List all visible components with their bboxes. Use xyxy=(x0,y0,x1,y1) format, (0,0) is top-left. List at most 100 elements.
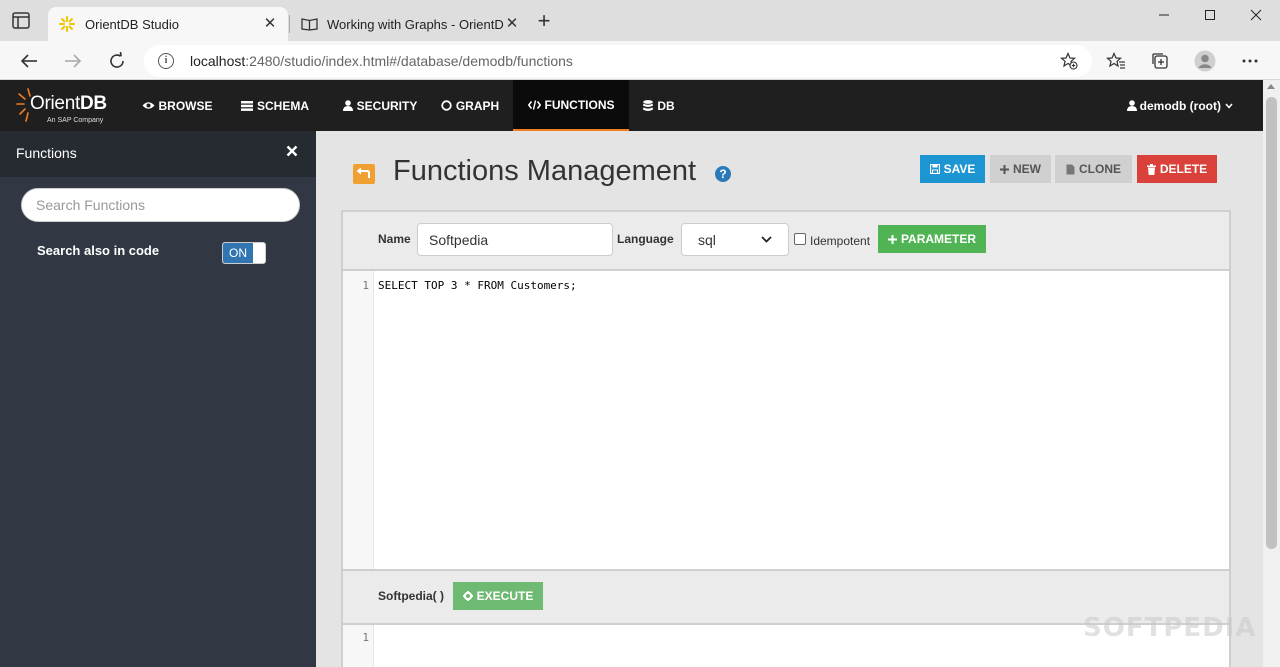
back-arrow-icon[interactable] xyxy=(353,164,375,184)
new-button[interactable]: NEW xyxy=(990,155,1051,183)
eye-icon xyxy=(142,101,155,110)
user-icon xyxy=(342,100,353,111)
line-number: 1 xyxy=(362,279,369,292)
nav-label: SECURITY xyxy=(356,98,418,113)
nav-label: SCHEMA xyxy=(256,98,309,113)
sidebar-title: Functions xyxy=(16,145,77,161)
button-label: PARAMETER xyxy=(900,232,977,246)
browser-tab-working-with-graphs[interactable]: Working with Graphs - OrientDB ✕ xyxy=(290,7,530,41)
file-icon xyxy=(1066,164,1075,175)
forward-arrow-icon[interactable] xyxy=(61,49,85,73)
trash-icon xyxy=(1146,163,1156,175)
search-in-code-label: Search also in code xyxy=(37,243,160,258)
browser-nav-bar: i localhost:2480/studio/index.html#/data… xyxy=(0,41,1280,80)
idempotent-checkbox[interactable] xyxy=(794,233,806,245)
execute-button[interactable]: EXECUTE xyxy=(453,582,543,610)
search-in-code-toggle[interactable]: ON xyxy=(222,242,266,264)
browser-tab-bar: OrientDB Studio ✕ Working with Graphs - … xyxy=(0,0,1280,41)
maximize-icon[interactable] xyxy=(1187,6,1233,26)
function-name-input[interactable] xyxy=(417,223,613,256)
new-tab-icon[interactable]: + xyxy=(535,10,553,32)
tab-title: Working with Graphs - OrientDB xyxy=(327,16,504,32)
close-window-icon[interactable] xyxy=(1233,6,1279,26)
idempotent-label: Idempotent xyxy=(810,234,871,248)
user-icon xyxy=(1126,100,1137,111)
button-label: SAVE xyxy=(943,162,976,176)
nav-graph[interactable]: GRAPH xyxy=(435,80,505,131)
logo-db: DB xyxy=(79,93,107,114)
close-tab-icon[interactable]: ✕ xyxy=(504,16,520,32)
refresh-icon[interactable] xyxy=(105,49,129,73)
user-menu[interactable]: demodb (root) xyxy=(1126,80,1233,131)
gear-icon xyxy=(462,591,473,601)
code-icon xyxy=(527,99,541,110)
clone-button[interactable]: CLONE xyxy=(1055,155,1132,183)
help-icon[interactable]: ? xyxy=(715,166,731,182)
search-functions-input[interactable] xyxy=(21,188,300,222)
favorites-icon[interactable] xyxy=(1104,49,1128,73)
close-tab-icon[interactable]: ✕ xyxy=(262,16,278,32)
circle-icon xyxy=(441,100,452,111)
table-icon xyxy=(240,100,253,111)
url-host: localhost xyxy=(190,53,246,69)
line-gutter: 1 xyxy=(343,625,374,667)
collections-icon[interactable] xyxy=(1148,49,1172,73)
nav-label: BROWSE xyxy=(158,98,213,113)
delete-button[interactable]: DELETE xyxy=(1137,155,1217,183)
button-label: EXECUTE xyxy=(476,589,534,603)
nav-functions[interactable]: FUNCTIONS xyxy=(513,80,629,131)
language-selected-value: sql xyxy=(698,231,716,248)
orientdb-star-icon xyxy=(58,15,76,33)
button-label: CLONE xyxy=(1079,162,1121,176)
browser-tab-orientdb-studio[interactable]: OrientDB Studio ✕ xyxy=(48,7,288,41)
site-info-icon[interactable]: i xyxy=(158,53,174,69)
logo-subtitle: An SAP Company xyxy=(47,117,104,124)
line-number: 1 xyxy=(362,631,369,644)
floppy-icon xyxy=(929,164,940,174)
database-icon xyxy=(643,99,654,112)
logo-wordmark: OrientDB xyxy=(30,93,107,115)
more-menu-icon[interactable] xyxy=(1238,49,1262,73)
name-label: Name xyxy=(378,232,411,246)
toggle-on-label: ON xyxy=(223,243,253,263)
scroll-up-arrow-icon[interactable] xyxy=(1267,84,1275,89)
minimize-icon[interactable] xyxy=(1141,6,1187,26)
book-icon xyxy=(300,15,318,33)
url-path: :2480/studio/index.html#/database/demodb… xyxy=(245,53,573,69)
orientdb-logo[interactable]: OrientDB An SAP Company xyxy=(16,86,116,126)
code-line: SELECT TOP 3 * FROM Customers; xyxy=(378,279,577,292)
page-scrollbar[interactable] xyxy=(1263,80,1280,667)
nav-label: DB xyxy=(657,98,675,113)
back-arrow-icon[interactable] xyxy=(17,49,41,73)
user-name: demodb (root) xyxy=(1139,98,1221,113)
plus-icon xyxy=(887,234,897,244)
close-sidebar-icon[interactable] xyxy=(286,141,298,162)
add-favorite-icon[interactable] xyxy=(1059,52,1078,70)
nav-browse[interactable]: BROWSE xyxy=(135,80,219,131)
button-label: NEW xyxy=(1013,162,1041,176)
language-label: Language xyxy=(617,232,674,246)
plus-icon xyxy=(1000,164,1009,174)
nav-label: GRAPH xyxy=(455,98,500,113)
address-bar[interactable]: i localhost:2480/studio/index.html#/data… xyxy=(144,45,1092,77)
functions-main: Functions Management ? SAVE NEW CLONE DE… xyxy=(316,131,1263,667)
nav-security[interactable]: SECURITY xyxy=(332,80,428,131)
app-header: OrientDB An SAP Company BROWSE SCHEMA SE… xyxy=(0,80,1263,131)
nav-schema[interactable]: SCHEMA xyxy=(233,80,317,131)
function-editor-panel: Name Language sql Idempotent PARAMETER 1… xyxy=(341,210,1231,667)
url-text: localhost:2480/studio/index.html#/databa… xyxy=(190,53,573,69)
button-label: DELETE xyxy=(1159,162,1208,176)
nav-db[interactable]: DB xyxy=(636,80,682,131)
save-button[interactable]: SAVE xyxy=(920,155,985,183)
tab-actions-icon[interactable] xyxy=(12,12,30,29)
profile-avatar-icon[interactable] xyxy=(1193,49,1217,73)
logo-orient: Orient xyxy=(30,93,80,114)
scroll-thumb[interactable] xyxy=(1266,97,1277,549)
add-parameter-button[interactable]: PARAMETER xyxy=(878,225,986,253)
function-signature-label: Softpedia( ) xyxy=(378,589,444,603)
page-title: Functions Management xyxy=(393,155,697,187)
language-select[interactable]: sql xyxy=(681,223,789,256)
code-editor[interactable]: 1 SELECT TOP 3 * FROM Customers; xyxy=(343,269,1229,571)
chevron-down-icon xyxy=(1225,103,1233,109)
chevron-down-icon xyxy=(761,236,772,243)
